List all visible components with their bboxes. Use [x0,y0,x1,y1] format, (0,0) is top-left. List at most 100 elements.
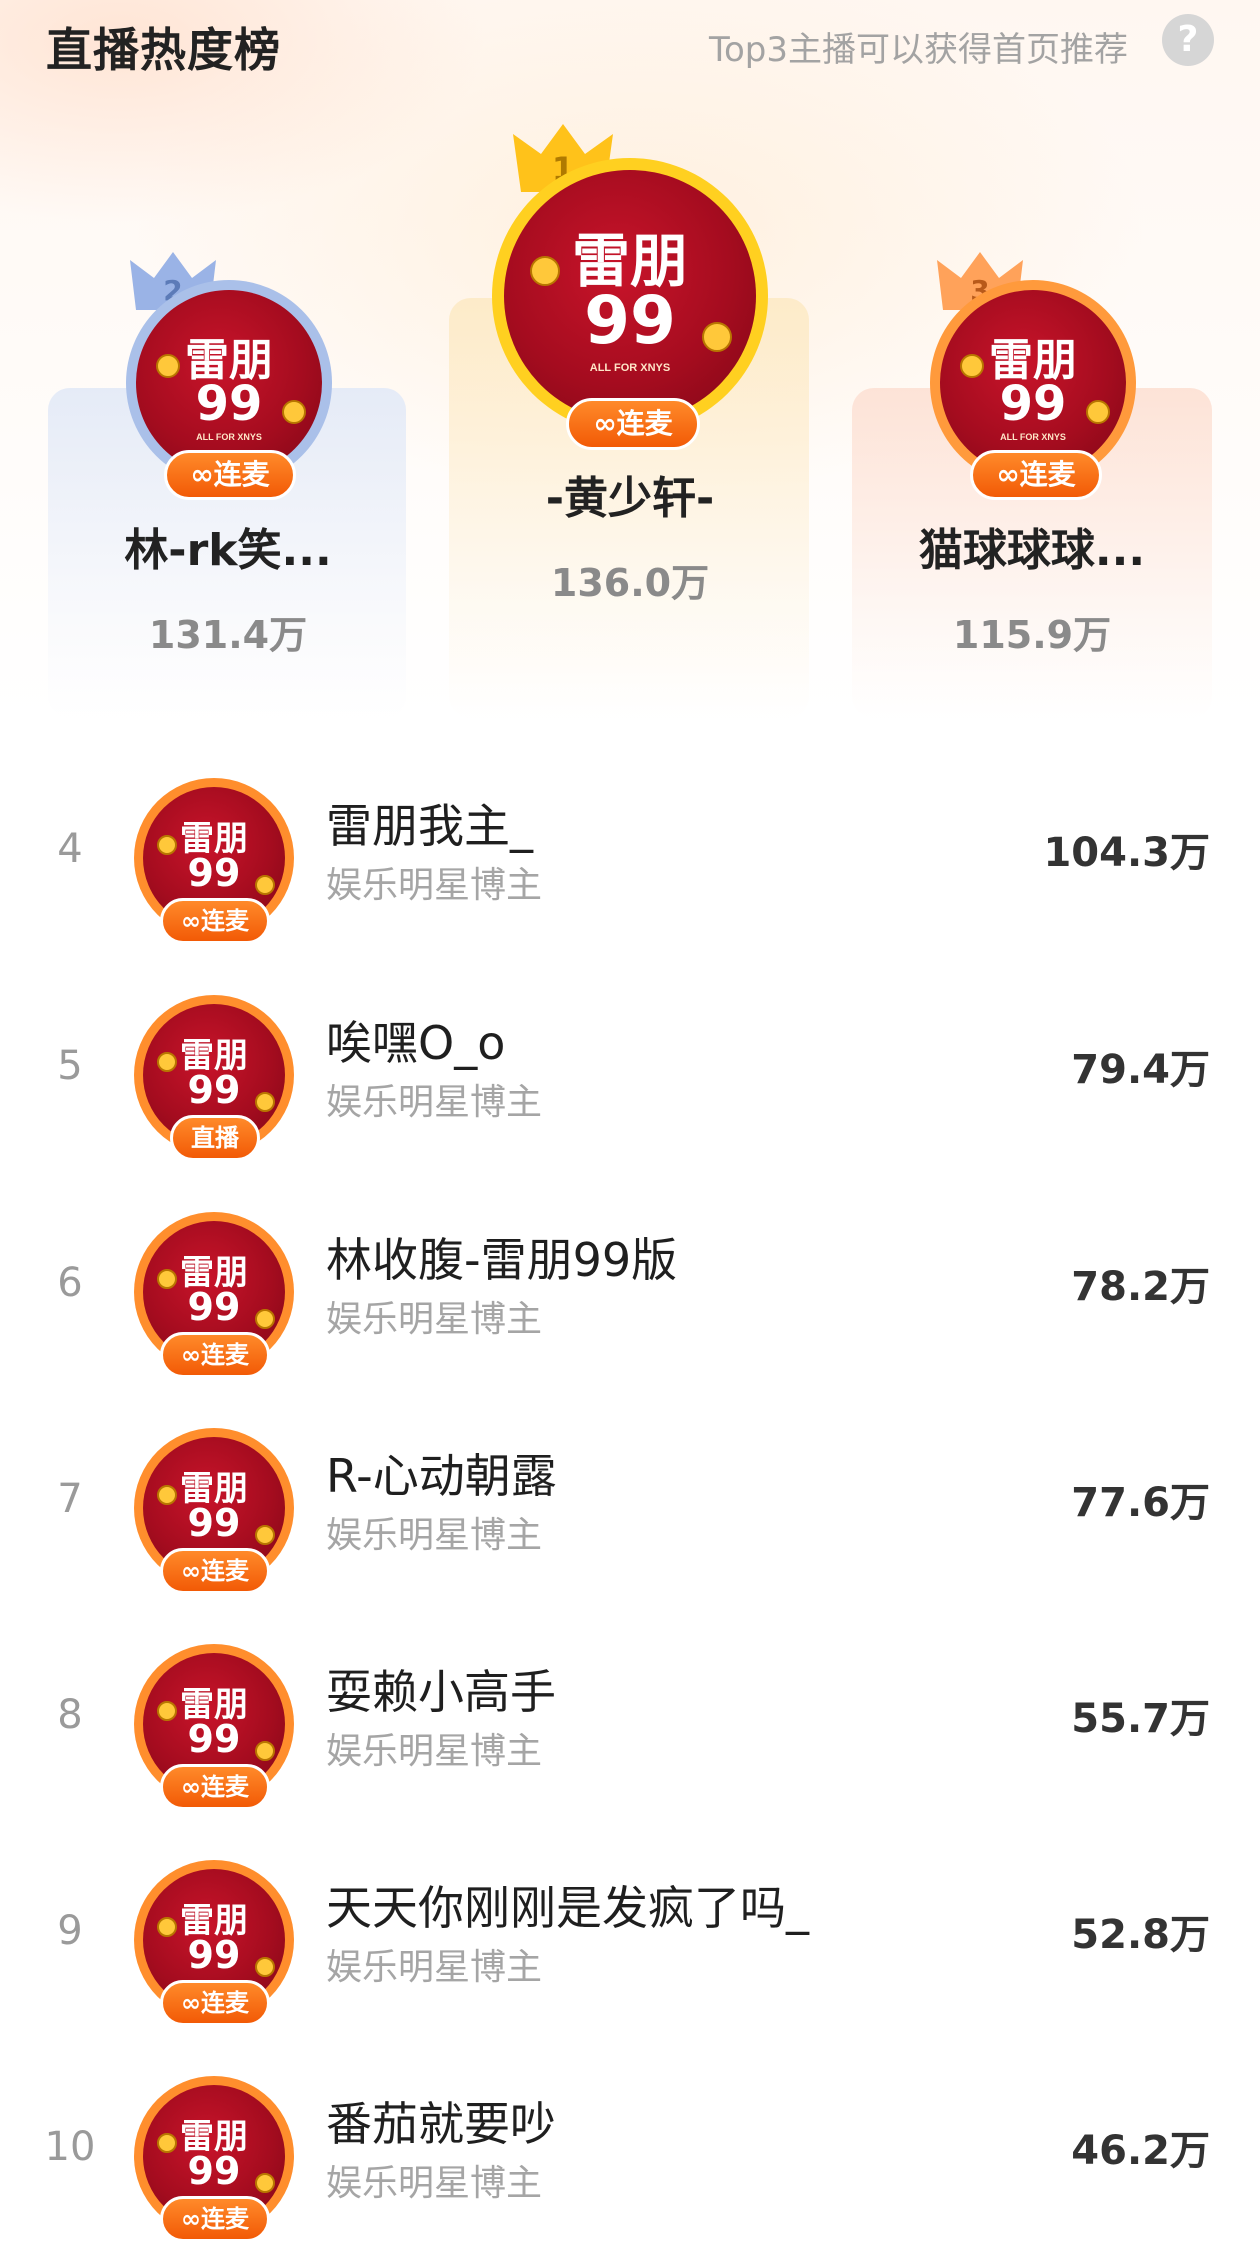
link-mic-badge: ∞连麦 [160,1980,270,2026]
heat-score: 55.7万 [1071,1696,1210,1742]
emoji-icon [157,1052,177,1072]
infinity-icon: ∞ [190,458,214,491]
emoji-icon [255,1092,275,1112]
badge-label: 连麦 [1019,458,1076,491]
list-item[interactable]: 7 雷朋 99 ∞连麦 R-心动朝露 娱乐明星博主 77.6万 [0,1418,1260,1618]
avatar-image-1: 雷朋 99 ALL FOR XNYS [504,170,756,422]
help-icon[interactable]: ? [1162,14,1214,66]
emoji-icon [255,1309,275,1329]
list-item[interactable]: 10 雷朋 99 ∞连麦 番茄就要吵 娱乐明星博主 46.2万 [0,2066,1260,2266]
badge-label: 直播 [191,1124,239,1152]
podium-score-1: 136.0万 [550,561,710,605]
infinity-icon: ∞ [996,458,1020,491]
link-mic-badge-1: ∞连麦 [566,398,700,450]
emoji-icon [702,322,732,352]
header: 直播热度榜 Top3主播可以获得首页推荐 ? [0,0,1260,90]
rank-number: 4 [57,826,83,872]
streamer-name[interactable]: 雷朋我主_ [326,790,533,856]
emoji-icon [282,400,306,424]
badge-label: 连麦 [201,1341,249,1369]
infinity-icon: ∞ [181,1341,201,1369]
streamer-category: 娱乐明星博主 [326,2163,543,2204]
emoji-icon [157,1269,177,1289]
avatar-image-3: 雷朋 99 ALL FOR XNYS [940,290,1126,476]
live-badge: 直播 [170,1115,260,1161]
badge-label: 连麦 [201,1773,249,1801]
link-mic-badge: ∞连麦 [160,898,270,944]
streamer-name[interactable]: 番茄就要吵 [326,2088,556,2154]
streamer-category: 娱乐明星博主 [326,1515,543,1556]
infinity-icon: ∞ [181,1557,201,1585]
avatar-tag: ALL FOR XNYS [1000,432,1066,442]
rank-number: 7 [57,1476,83,1522]
rank-number: 8 [57,1692,83,1738]
streamer-category: 娱乐明星博主 [326,1082,543,1123]
podium-score-2: 131.4万 [148,613,308,657]
avatar-image-2: 雷朋 99 ALL FOR XNYS [136,290,322,476]
badge-label: 连麦 [616,407,673,440]
streamer-category: 娱乐明星博主 [326,1299,543,1340]
rank-number: 10 [44,2124,96,2170]
infinity-icon: ∞ [181,1989,201,2017]
link-mic-badge: ∞连麦 [160,1332,270,1378]
emoji-icon [255,2173,275,2193]
streamer-name[interactable]: 耍赖小高手 [326,1656,556,1722]
podium-name-1[interactable]: -黄少轩- [460,462,800,526]
emoji-icon [255,1525,275,1545]
badge-label: 连麦 [201,907,249,935]
badge-label: 连麦 [213,458,270,491]
list-item[interactable]: 5 雷朋 99 直播 唉嘿O_o 娱乐明星博主 79.4万 [0,985,1260,1185]
heat-score: 104.3万 [1043,830,1210,876]
rank-number: 6 [57,1260,83,1306]
podium-name-2[interactable]: 林-rk笑... [60,514,396,578]
heat-score: 79.4万 [1071,1047,1210,1093]
link-mic-badge: ∞连麦 [160,2196,270,2242]
list-item[interactable]: 6 雷朋 99 ∞连麦 林收腹-雷朋99版 娱乐明星博主 78.2万 [0,1202,1260,1402]
streamer-name[interactable]: R-心动朝露 [326,1440,557,1506]
page-title: 直播热度榜 [46,23,281,77]
link-mic-badge: ∞连麦 [160,1764,270,1810]
emoji-icon [157,1485,177,1505]
badge-label: 连麦 [201,1557,249,1585]
emoji-icon [157,835,177,855]
link-mic-badge-3: ∞连麦 [970,450,1102,500]
heat-score: 46.2万 [1071,2128,1210,2174]
rank-number: 5 [57,1043,83,1089]
badge-label: 连麦 [201,2205,249,2233]
podium-name-3[interactable]: 猫球球球... [864,514,1200,578]
avatar-tag: ALL FOR XNYS [196,432,262,442]
heat-score: 77.6万 [1071,1480,1210,1526]
streamer-name[interactable]: 天天你刚刚是发疯了吗_ [326,1872,809,1938]
streamer-category: 娱乐明星博主 [326,1731,543,1772]
badge-label: 连麦 [201,1989,249,2017]
streamer-category: 娱乐明星博主 [326,865,543,906]
streamer-name[interactable]: 林收腹-雷朋99版 [326,1224,677,1290]
avatar-tag: ALL FOR XNYS [589,362,671,374]
list-item[interactable]: 8 雷朋 99 ∞连麦 耍赖小高手 娱乐明星博主 55.7万 [0,1634,1260,1834]
link-mic-badge: ∞连麦 [160,1548,270,1594]
link-mic-badge-2: ∞连麦 [164,450,296,500]
list-item[interactable]: 4 雷朋 99 ∞连麦 雷朋我主_ 娱乐明星博主 104.3万 [0,768,1260,968]
infinity-icon: ∞ [181,1773,201,1801]
emoji-icon [960,354,984,378]
emoji-icon [156,354,180,378]
podium-score-3: 115.9万 [952,613,1112,657]
emoji-icon [157,1917,177,1937]
infinity-icon: ∞ [181,907,201,935]
top3-hint: Top3主播可以获得首页推荐 [708,30,1128,70]
heat-score: 52.8万 [1071,1912,1210,1958]
rank-number: 9 [57,1908,83,1954]
heat-score: 78.2万 [1071,1264,1210,1310]
emoji-icon [255,875,275,895]
list-item[interactable]: 9 雷朋 99 ∞连麦 天天你刚刚是发疯了吗_ 娱乐明星博主 52.8万 [0,1850,1260,2050]
emoji-icon [255,1957,275,1977]
emoji-icon [255,1741,275,1761]
streamer-name[interactable]: 唉嘿O_o [326,1007,505,1073]
streamer-category: 娱乐明星博主 [326,1947,543,1988]
emoji-icon [530,256,560,286]
emoji-icon [157,2133,177,2153]
infinity-icon: ∞ [593,407,617,440]
infinity-icon: ∞ [181,2205,201,2233]
emoji-icon [1086,400,1110,424]
emoji-icon [157,1701,177,1721]
